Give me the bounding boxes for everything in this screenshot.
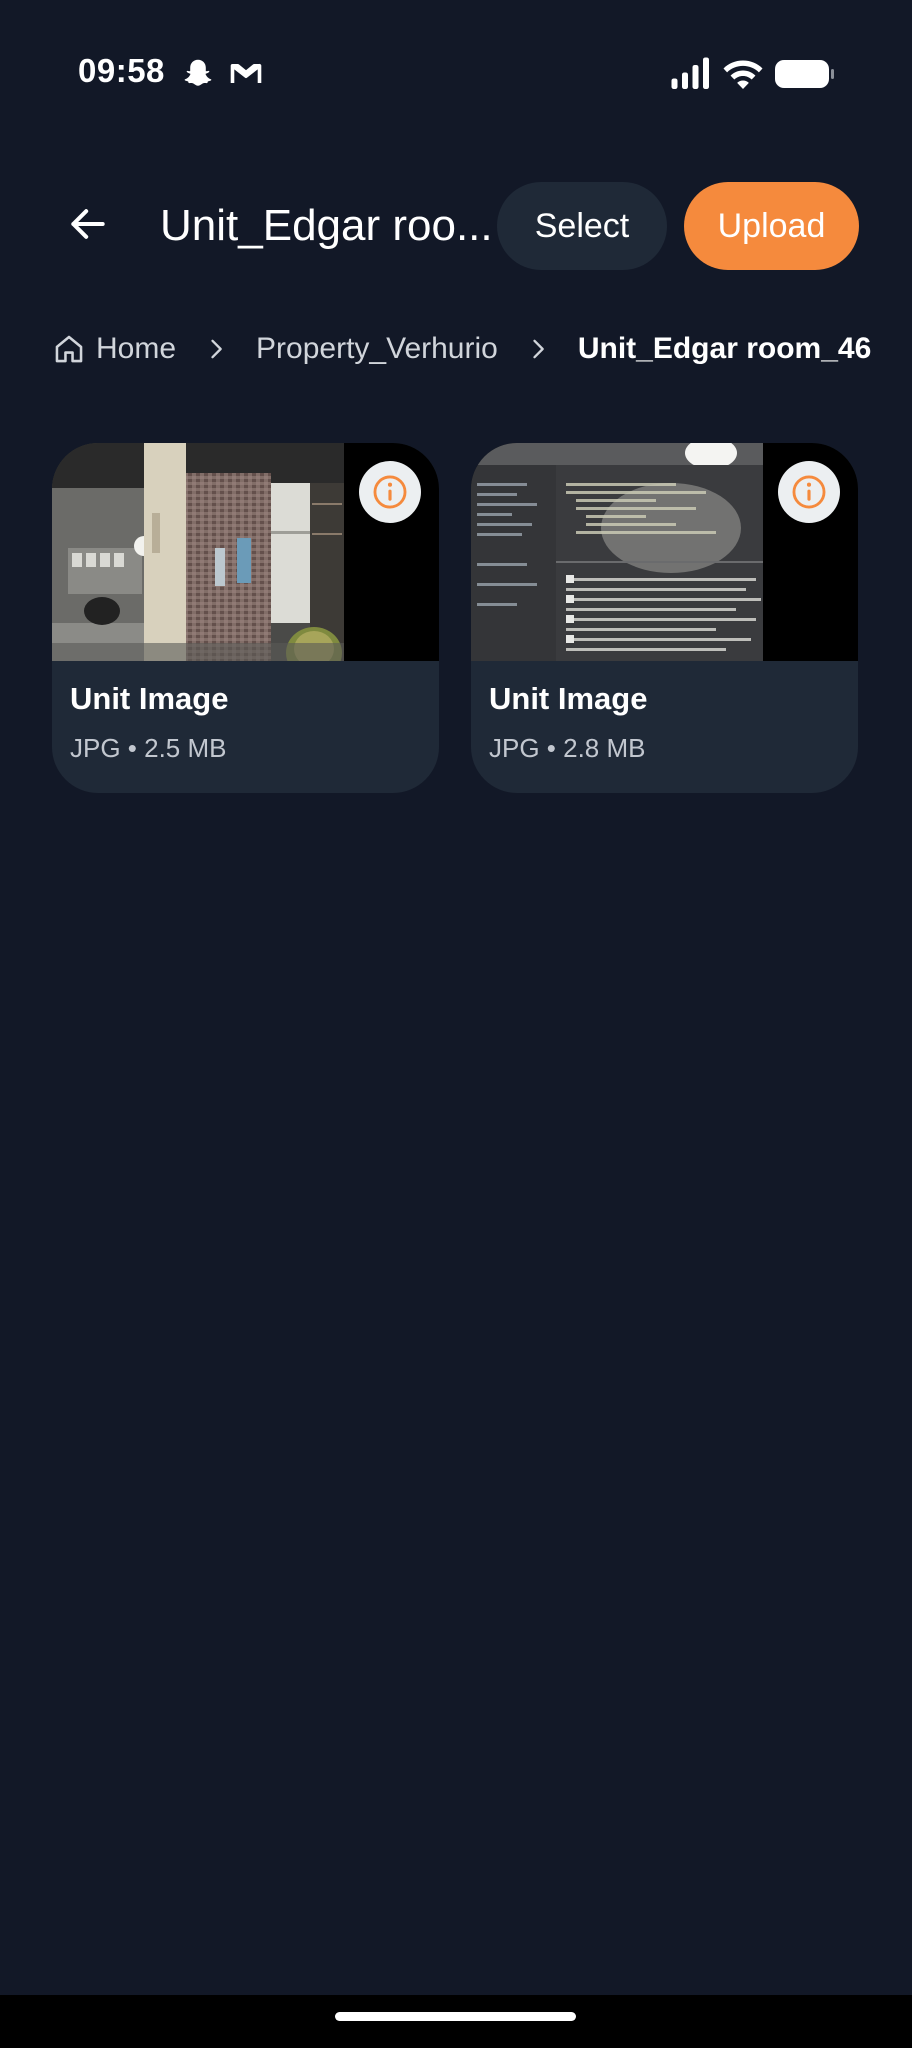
info-button[interactable] (778, 461, 840, 523)
breadcrumb-home-label: Home (96, 332, 177, 365)
breadcrumb: Home Property_Verhurio Unit_Edgar room_4… (52, 326, 871, 372)
arrow-left-icon (71, 209, 105, 239)
code-screen-photo (471, 443, 763, 661)
chevron-right-icon (202, 335, 230, 363)
breadcrumb-home[interactable]: Home (52, 332, 176, 366)
chevron-right-icon (524, 335, 552, 363)
file-card[interactable]: Unit Image JPG • 2.5 MB (52, 443, 439, 793)
breadcrumb-current-label: Unit_Edgar room_46 (577, 332, 872, 365)
page-title: Unit_Edgar roo... (160, 201, 493, 250)
room-photo (52, 443, 344, 661)
file-meta: JPG • 2.5 MB (70, 733, 227, 763)
back-button[interactable] (60, 196, 116, 252)
status-time: 09:58 (78, 52, 165, 89)
info-icon (792, 475, 826, 509)
file-card[interactable]: Unit Image JPG • 2.8 MB (471, 443, 858, 793)
file-thumbnail (471, 443, 858, 661)
file-title: Unit Image (489, 681, 648, 716)
info-icon (373, 475, 407, 509)
file-meta: JPG • 2.8 MB (489, 733, 646, 763)
wifi-icon (722, 56, 764, 92)
breadcrumb-current: Unit_Edgar room_46 (578, 332, 871, 366)
home-indicator[interactable] (335, 2012, 576, 2021)
gmail-icon (228, 56, 264, 92)
file-browser-screen: 09:58 Unit_Edgar roo... Select Upload Ho… (0, 0, 912, 2048)
navigation-bar (0, 1995, 912, 2048)
breadcrumb-property-label: Property_Verhurio (256, 332, 498, 365)
snapchat-icon (180, 56, 216, 92)
breadcrumb-property[interactable]: Property_Verhurio (256, 332, 498, 366)
info-button[interactable] (359, 461, 421, 523)
file-title: Unit Image (70, 681, 229, 716)
battery-icon (774, 58, 836, 90)
upload-button[interactable]: Upload (684, 182, 859, 270)
home-icon (52, 332, 86, 366)
status-bar: 09:58 (0, 0, 912, 150)
signal-icon (670, 56, 712, 92)
file-thumbnail (52, 443, 439, 661)
select-button[interactable]: Select (497, 182, 667, 270)
